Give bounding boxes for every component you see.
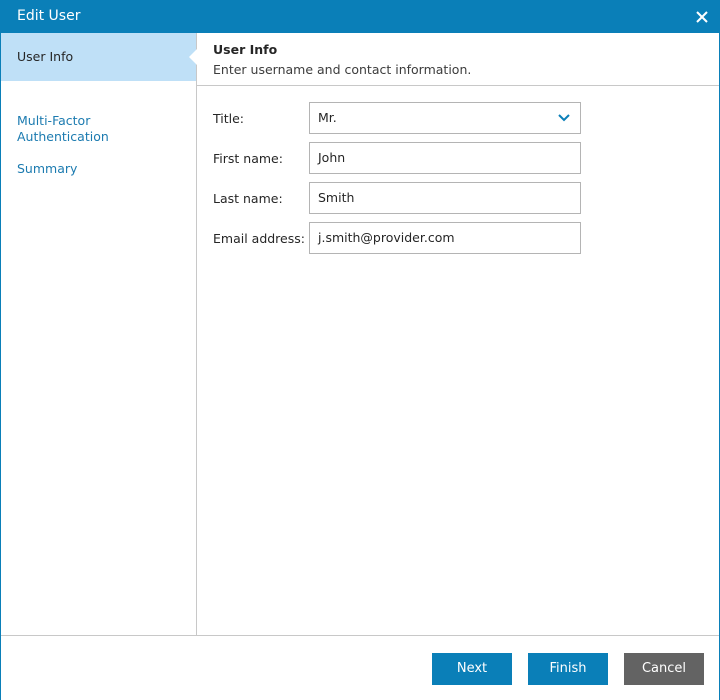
first-name-field[interactable]: John [309,142,581,174]
chevron-down-icon [558,114,570,122]
sidebar-item-summary[interactable]: Summary [1,161,196,181]
close-icon [696,11,708,23]
email-field[interactable]: j.smith@provider.com [309,222,581,254]
last-name-value: Smith [318,190,355,205]
step-header: User Info Enter username and contact inf… [197,33,719,86]
edit-user-dialog: Edit User User Info Multi-Factor Authent… [0,0,720,700]
last-name-label: Last name: [213,191,283,206]
sidebar-item-label: Summary [17,161,78,176]
cancel-button[interactable]: Cancel [624,653,704,685]
title-label: Title: [213,111,244,126]
sidebar-item-label: User Info [17,49,74,64]
sidebar-item-label: Multi-Factor Authentication [17,113,109,144]
sidebar-item-user-info[interactable]: User Info [1,33,197,81]
step-title: User Info [213,42,278,57]
dialog-title: Edit User [17,8,81,24]
title-select[interactable]: Mr. [309,102,581,134]
email-label: Email address: [213,231,305,246]
email-value: j.smith@provider.com [318,230,455,245]
dialog-footer: Next Finish Cancel [1,635,719,700]
sidebar-item-multi-factor-authentication[interactable]: Multi-Factor Authentication [1,97,196,144]
wizard-sidebar: User Info Multi-Factor Authentication Su… [1,33,197,635]
last-name-field[interactable]: Smith [309,182,581,214]
title-bar: Edit User [1,1,719,33]
close-button[interactable] [693,8,711,26]
finish-button[interactable]: Finish [528,653,608,685]
step-subtitle: Enter username and contact information. [213,62,472,77]
title-select-value: Mr. [318,110,337,125]
active-step-pointer [189,49,197,65]
first-name-value: John [318,150,346,165]
next-button[interactable]: Next [432,653,512,685]
first-name-label: First name: [213,151,283,166]
